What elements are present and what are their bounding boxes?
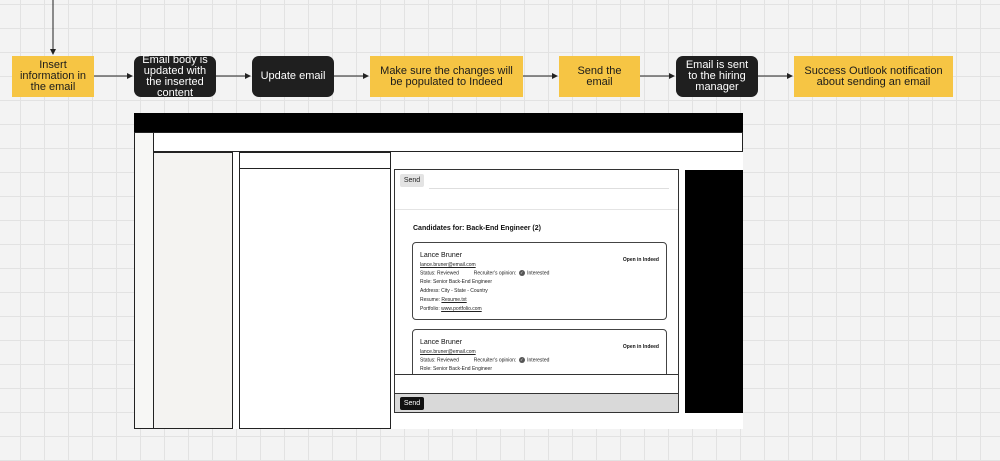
candidate-name: Lance Bruner xyxy=(420,339,463,346)
candidates-heading: Candidates for: Back-End Engineer (2) xyxy=(413,225,541,232)
check-circle-icon: ✓ xyxy=(518,270,525,276)
candidate-card: Lance Bruner lance.bruner@email.com Open… xyxy=(412,242,667,320)
open-in-indeed-link[interactable]: Open in Indeed xyxy=(623,257,659,263)
flow-step-email-body-updated[interactable]: Email body is updated with the inserted … xyxy=(134,54,216,98)
flow-step-send-email[interactable]: Send the email xyxy=(559,56,640,97)
portfolio-label: Portfolio: xyxy=(420,306,440,312)
flow-step-update-email[interactable]: Update email xyxy=(252,56,334,97)
flow-step-populate-to-indeed[interactable]: Make sure the changes will be populated … xyxy=(370,56,523,97)
candidate-status-row: Status: Reviewed Recruiter's opinion: ✓ … xyxy=(420,357,549,363)
candidate-name: Lance Bruner xyxy=(420,252,463,259)
candidate-role: Role: Senior Back-End Engineer xyxy=(420,366,492,372)
send-button-top[interactable]: Send xyxy=(400,174,424,187)
flow-step-success-notification[interactable]: Success Outlook notification about sendi… xyxy=(794,56,953,97)
message-list-pane xyxy=(239,152,391,429)
compose-header-divider xyxy=(395,209,678,210)
compose-reply-input[interactable] xyxy=(395,374,678,394)
candidate-address: Address: City - State - Country xyxy=(420,288,488,294)
candidate-resume-row: Resume: Resume.txt xyxy=(420,297,467,303)
candidate-status: Status: Reviewed xyxy=(420,270,459,277)
candidate-email-link[interactable]: lance.bruner@email.com xyxy=(420,262,476,268)
candidate-status-row: Status: Reviewed Recruiter's opinion: ✓ … xyxy=(420,270,549,276)
candidate-role: Role: Senior Back-End Engineer xyxy=(420,279,492,285)
message-list-search-input[interactable] xyxy=(239,152,391,169)
recruiter-opinion-value: Interested xyxy=(527,357,550,364)
check-circle-icon: ✓ xyxy=(518,357,525,363)
flow-step-email-sent-to-manager[interactable]: Email is sent to the hiring manager xyxy=(676,56,758,97)
compose-footer-bar: Send xyxy=(395,394,678,412)
compose-window: Send Candidates for: Back-End Engineer (… xyxy=(394,169,679,413)
resume-link[interactable]: Resume.txt xyxy=(441,297,466,303)
email-client-title-bar xyxy=(134,113,743,132)
recipient-field[interactable] xyxy=(429,188,669,189)
app-rail xyxy=(134,132,154,429)
recruiter-opinion-label: Recruiter's opinion: xyxy=(473,270,517,277)
ribbon-toolbar xyxy=(153,132,743,152)
recruiter-opinion-label: Recruiter's opinion: xyxy=(473,357,517,364)
candidate-status: Status: Reviewed xyxy=(420,357,459,364)
candidate-email-link[interactable]: lance.bruner@email.com xyxy=(420,349,476,355)
folder-pane xyxy=(153,152,233,429)
candidate-portfolio-row: Portfolio: www.portfolio.com xyxy=(420,306,482,312)
resume-label: Resume: xyxy=(420,297,441,303)
recruiter-opinion-value: Interested xyxy=(527,270,550,277)
portfolio-link[interactable]: www.portfolio.com xyxy=(441,306,482,312)
open-in-indeed-link[interactable]: Open in Indeed xyxy=(623,344,659,350)
side-panel xyxy=(685,170,743,413)
send-button-bottom[interactable]: Send xyxy=(400,397,424,410)
flow-step-insert-information[interactable]: Insert information in the email xyxy=(12,56,94,97)
